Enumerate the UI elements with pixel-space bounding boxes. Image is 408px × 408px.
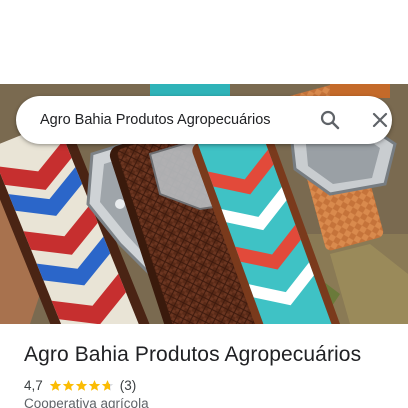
star-icon: [75, 379, 87, 391]
place-title[interactable]: Agro Bahia Produtos Agropecuários: [24, 343, 361, 367]
review-count[interactable]: (3): [120, 378, 137, 393]
close-icon[interactable]: [368, 108, 392, 132]
star-half-icon: [101, 379, 113, 391]
star-icon: [62, 379, 74, 391]
place-category: Cooperativa agrícola: [24, 396, 149, 408]
rating-row[interactable]: 4,7 (3): [24, 376, 136, 394]
search-icon[interactable]: [318, 108, 342, 132]
star-rating: [49, 379, 114, 392]
place-info-panel: Agro Bahia Produtos Agropecuários 4,7 (3…: [0, 324, 408, 408]
rating-value: 4,7: [24, 377, 43, 393]
star-icon: [88, 379, 100, 391]
star-icon: [49, 379, 61, 391]
search-input[interactable]: Agro Bahia Produtos Agropecuários: [40, 96, 302, 144]
search-bar[interactable]: Agro Bahia Produtos Agropecuários: [16, 96, 392, 144]
top-blank-area: [0, 0, 408, 84]
